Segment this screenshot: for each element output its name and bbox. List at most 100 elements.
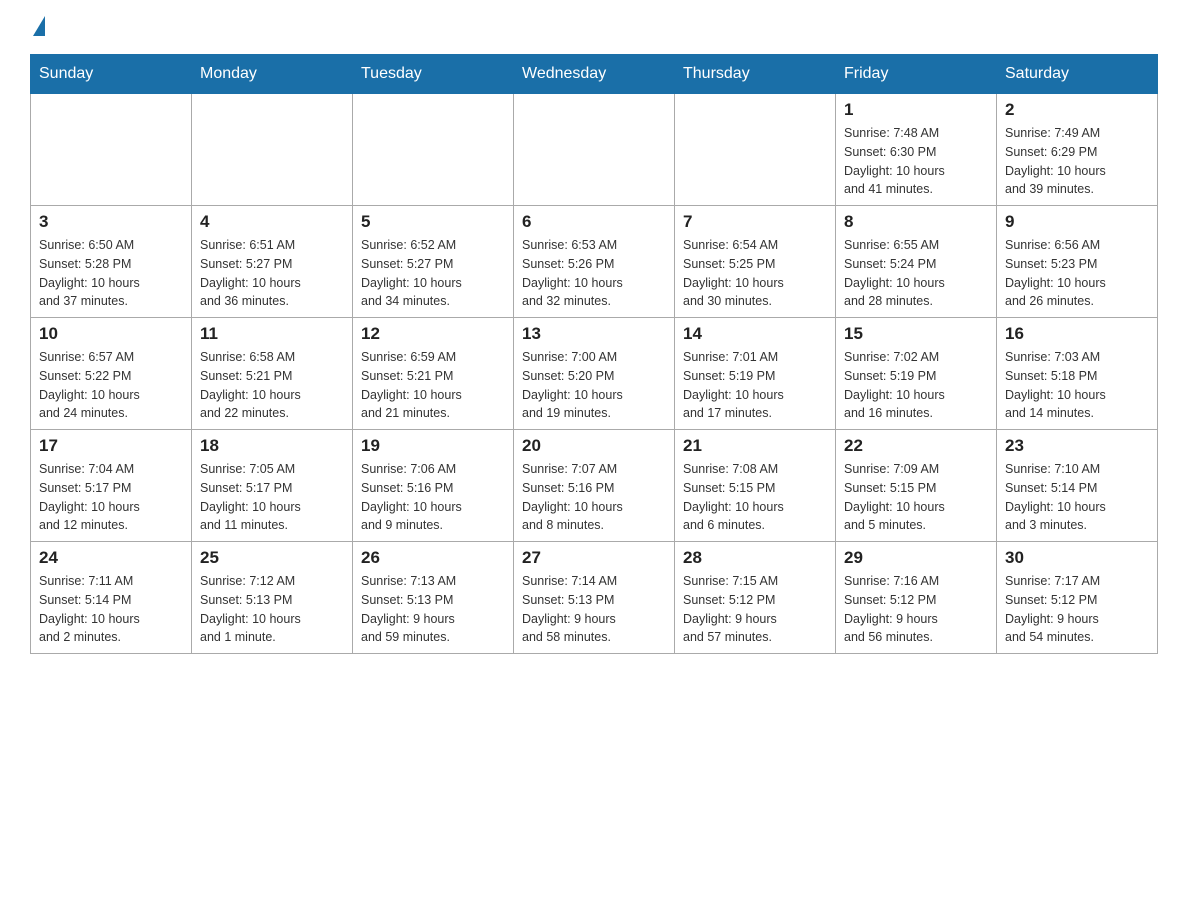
logo — [30, 20, 100, 34]
calendar-cell — [514, 94, 675, 206]
day-info: Sunrise: 7:01 AM Sunset: 5:19 PM Dayligh… — [683, 348, 827, 423]
day-info: Sunrise: 6:59 AM Sunset: 5:21 PM Dayligh… — [361, 348, 505, 423]
day-number: 9 — [1005, 212, 1149, 232]
calendar-week-4: 17Sunrise: 7:04 AM Sunset: 5:17 PM Dayli… — [31, 430, 1158, 542]
calendar-cell: 22Sunrise: 7:09 AM Sunset: 5:15 PM Dayli… — [836, 430, 997, 542]
calendar-cell: 7 Sunrise: 6:54 AM Sunset: 5:25 PM Daylig… — [675, 206, 836, 318]
day-info: Sunrise: 6:56 AM Sunset: 5:23 PM Dayligh… — [1005, 236, 1149, 311]
day-info: Sunrise: 7:13 AM Sunset: 5:13 PM Dayligh… — [361, 572, 505, 647]
day-number: 11 — [200, 324, 344, 344]
day-info: Sunrise: 7:49 AM Sunset: 6:29 PM Dayligh… — [1005, 124, 1149, 199]
day-info: Sunrise: 7:10 AM Sunset: 5:14 PM Dayligh… — [1005, 460, 1149, 535]
day-number: 15 — [844, 324, 988, 344]
calendar-cell: 10Sunrise: 6:57 AM Sunset: 5:22 PM Dayli… — [31, 318, 192, 430]
calendar-cell: 6 Sunrise: 6:53 AM Sunset: 5:26 PM Daylig… — [514, 206, 675, 318]
calendar-cell — [353, 94, 514, 206]
calendar-week-3: 10Sunrise: 6:57 AM Sunset: 5:22 PM Dayli… — [31, 318, 1158, 430]
calendar-cell: 21 Sunrise: 7:08 AM Sunset: 5:15 PM Dayli… — [675, 430, 836, 542]
calendar-cell: 11 Sunrise: 6:58 AM Sunset: 5:21 PM Dayli… — [192, 318, 353, 430]
day-number: 25 — [200, 548, 344, 568]
day-number: 13 — [522, 324, 666, 344]
calendar-week-5: 24 Sunrise: 7:11 AM Sunset: 5:14 PM Dayli… — [31, 542, 1158, 654]
day-number: 4 — [200, 212, 344, 232]
calendar-week-2: 3Sunrise: 6:50 AM Sunset: 5:28 PM Daylig… — [31, 206, 1158, 318]
day-number: 3 — [39, 212, 183, 232]
calendar-cell: 9 Sunrise: 6:56 AM Sunset: 5:23 PM Daylig… — [997, 206, 1158, 318]
day-number: 22 — [844, 436, 988, 456]
day-number: 7 — [683, 212, 827, 232]
day-number: 1 — [844, 100, 988, 120]
day-info: Sunrise: 7:00 AM Sunset: 5:20 PM Dayligh… — [522, 348, 666, 423]
calendar-cell: 24 Sunrise: 7:11 AM Sunset: 5:14 PM Dayli… — [31, 542, 192, 654]
day-info: Sunrise: 7:17 AM Sunset: 5:12 PM Dayligh… — [1005, 572, 1149, 647]
day-number: 26 — [361, 548, 505, 568]
day-info: Sunrise: 7:16 AM Sunset: 5:12 PM Dayligh… — [844, 572, 988, 647]
calendar-cell: 12 Sunrise: 6:59 AM Sunset: 5:21 PM Dayli… — [353, 318, 514, 430]
calendar-cell: 27 Sunrise: 7:14 AM Sunset: 5:13 PM Dayli… — [514, 542, 675, 654]
calendar-cell: 23 Sunrise: 7:10 AM Sunset: 5:14 PM Dayli… — [997, 430, 1158, 542]
calendar-cell: 30 Sunrise: 7:17 AM Sunset: 5:12 PM Dayli… — [997, 542, 1158, 654]
calendar-cell — [192, 94, 353, 206]
calendar-cell: 2 Sunrise: 7:49 AM Sunset: 6:29 PM Daylig… — [997, 94, 1158, 206]
day-number: 8 — [844, 212, 988, 232]
day-number: 6 — [522, 212, 666, 232]
calendar-cell: 16 Sunrise: 7:03 AM Sunset: 5:18 PM Dayli… — [997, 318, 1158, 430]
calendar-cell: 15 Sunrise: 7:02 AM Sunset: 5:19 PM Dayli… — [836, 318, 997, 430]
weekday-header-thursday: Thursday — [675, 55, 836, 94]
day-info: Sunrise: 7:07 AM Sunset: 5:16 PM Dayligh… — [522, 460, 666, 535]
day-info: Sunrise: 7:12 AM Sunset: 5:13 PM Dayligh… — [200, 572, 344, 647]
day-number: 12 — [361, 324, 505, 344]
calendar-cell: 18 Sunrise: 7:05 AM Sunset: 5:17 PM Dayli… — [192, 430, 353, 542]
calendar-cell: 5 Sunrise: 6:52 AM Sunset: 5:27 PM Daylig… — [353, 206, 514, 318]
calendar-cell: 1 Sunrise: 7:48 AM Sunset: 6:30 PM Daylig… — [836, 94, 997, 206]
day-info: Sunrise: 6:52 AM Sunset: 5:27 PM Dayligh… — [361, 236, 505, 311]
calendar-week-1: 1 Sunrise: 7:48 AM Sunset: 6:30 PM Daylig… — [31, 94, 1158, 206]
calendar-cell: 28 Sunrise: 7:15 AM Sunset: 5:12 PM Dayli… — [675, 542, 836, 654]
calendar-cell: 29 Sunrise: 7:16 AM Sunset: 5:12 PM Dayli… — [836, 542, 997, 654]
day-number: 5 — [361, 212, 505, 232]
day-number: 29 — [844, 548, 988, 568]
day-number: 2 — [1005, 100, 1149, 120]
weekday-header-saturday: Saturday — [997, 55, 1158, 94]
day-info: Sunrise: 6:51 AM Sunset: 5:27 PM Dayligh… — [200, 236, 344, 311]
day-info: Sunrise: 6:53 AM Sunset: 5:26 PM Dayligh… — [522, 236, 666, 311]
day-number: 23 — [1005, 436, 1149, 456]
day-number: 16 — [1005, 324, 1149, 344]
day-number: 10 — [39, 324, 183, 344]
calendar-cell: 13 Sunrise: 7:00 AM Sunset: 5:20 PM Dayli… — [514, 318, 675, 430]
weekday-header-sunday: Sunday — [31, 55, 192, 94]
day-number: 30 — [1005, 548, 1149, 568]
day-info: Sunrise: 7:03 AM Sunset: 5:18 PM Dayligh… — [1005, 348, 1149, 423]
day-number: 20 — [522, 436, 666, 456]
day-info: Sunrise: 6:54 AM Sunset: 5:25 PM Dayligh… — [683, 236, 827, 311]
day-info: Sunrise: 7:11 AM Sunset: 5:14 PM Dayligh… — [39, 572, 183, 647]
calendar-cell — [31, 94, 192, 206]
calendar-cell — [675, 94, 836, 206]
calendar-table: SundayMondayTuesdayWednesdayThursdayFrid… — [30, 54, 1158, 654]
calendar-cell: 17Sunrise: 7:04 AM Sunset: 5:17 PM Dayli… — [31, 430, 192, 542]
day-number: 19 — [361, 436, 505, 456]
day-info: Sunrise: 7:06 AM Sunset: 5:16 PM Dayligh… — [361, 460, 505, 535]
page-header — [30, 20, 1158, 34]
weekday-header-wednesday: Wednesday — [514, 55, 675, 94]
day-info: Sunrise: 7:15 AM Sunset: 5:12 PM Dayligh… — [683, 572, 827, 647]
day-number: 24 — [39, 548, 183, 568]
logo-triangle-icon — [33, 16, 45, 36]
day-number: 18 — [200, 436, 344, 456]
day-info: Sunrise: 6:58 AM Sunset: 5:21 PM Dayligh… — [200, 348, 344, 423]
day-info: Sunrise: 7:48 AM Sunset: 6:30 PM Dayligh… — [844, 124, 988, 199]
calendar-cell: 20 Sunrise: 7:07 AM Sunset: 5:16 PM Dayli… — [514, 430, 675, 542]
day-number: 21 — [683, 436, 827, 456]
day-info: Sunrise: 7:08 AM Sunset: 5:15 PM Dayligh… — [683, 460, 827, 535]
day-number: 27 — [522, 548, 666, 568]
day-info: Sunrise: 7:14 AM Sunset: 5:13 PM Dayligh… — [522, 572, 666, 647]
weekday-header-monday: Monday — [192, 55, 353, 94]
calendar-cell: 8Sunrise: 6:55 AM Sunset: 5:24 PM Daylig… — [836, 206, 997, 318]
calendar-cell: 4 Sunrise: 6:51 AM Sunset: 5:27 PM Daylig… — [192, 206, 353, 318]
day-number: 28 — [683, 548, 827, 568]
day-number: 14 — [683, 324, 827, 344]
day-info: Sunrise: 7:02 AM Sunset: 5:19 PM Dayligh… — [844, 348, 988, 423]
calendar-cell: 14 Sunrise: 7:01 AM Sunset: 5:19 PM Dayli… — [675, 318, 836, 430]
calendar-cell: 3Sunrise: 6:50 AM Sunset: 5:28 PM Daylig… — [31, 206, 192, 318]
day-info: Sunrise: 7:05 AM Sunset: 5:17 PM Dayligh… — [200, 460, 344, 535]
